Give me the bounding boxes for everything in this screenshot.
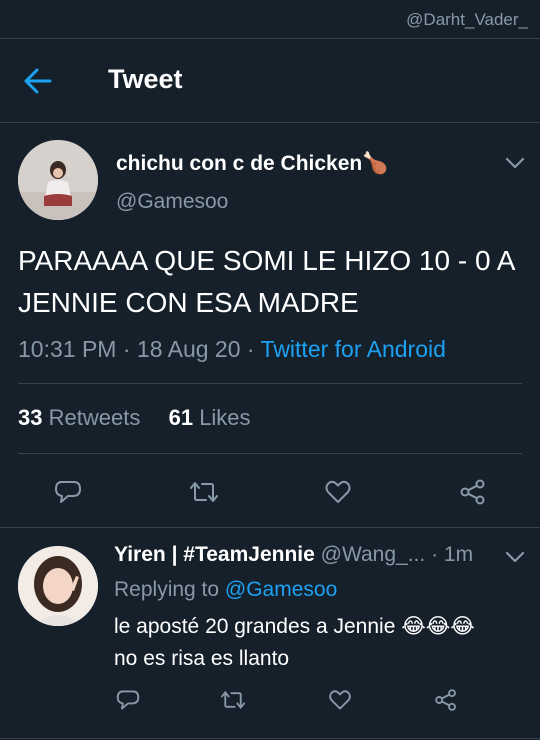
comment-icon [116,690,140,710]
tweet-time: 10:31 PM [18,336,117,362]
tweet-options[interactable] [504,156,526,170]
reply-text-line: le aposté 20 grandes a Jennie 😂😂😂 [114,615,475,638]
reply-header: Yiren | #TeamJennie @Wang_... · 1m [114,543,473,567]
chevron-down-icon [505,551,525,563]
user-handle[interactable]: @Gamesoo [116,190,228,214]
separator: · [246,336,261,362]
reply-display-name[interactable]: Yiren | #TeamJennie [114,543,315,566]
reply-comment-button[interactable] [116,688,140,717]
divider [0,38,540,39]
separator: · [122,336,137,362]
share-button[interactable] [459,478,487,511]
reply-like-button[interactable] [328,688,352,717]
retweets-link[interactable]: 33 Retweets [18,405,140,430]
divider [18,383,522,384]
retweets-count: 33 [18,405,43,430]
tweet-source[interactable]: Twitter for Android [261,336,446,362]
replying-to-label: Replying to [114,578,220,601]
page-title: Tweet [108,64,183,94]
reply-retweet-button[interactable] [220,688,246,717]
avatar-image [18,546,98,626]
reply-share-button[interactable] [434,688,458,717]
avatar[interactable] [18,140,98,220]
replying-to-handle[interactable]: @Gamesoo [225,578,337,601]
reply-avatar[interactable] [18,546,98,626]
tweet-text: PARAAAA QUE SOMI LE HIZO 10 - 0 A JENNIE… [18,245,514,318]
arrow-left-icon [24,68,52,94]
retweet-icon [220,691,246,709]
divider [0,738,540,739]
reply-handle[interactable]: @Wang_... [321,543,426,566]
divider [0,527,540,528]
share-icon [460,479,485,505]
share-icon [435,689,456,711]
divider [18,453,522,454]
heart-icon [325,480,351,503]
comment-icon [55,481,81,503]
reply-text-line: no es risa es llanto [114,647,290,670]
replying-to: Replying to @Gamesoo [114,578,337,602]
watermark: @Darht_Vader_ [406,10,528,29]
chevron-down-icon [505,157,525,169]
retweets-label: Retweets [48,405,141,430]
reply-text: le aposté 20 grandes a Jennie 😂😂😂 no es … [114,611,524,675]
retweet-button[interactable] [189,478,219,511]
reply-time: 1m [443,543,474,566]
likes-count: 61 [168,405,194,430]
likes-link[interactable]: 61 Likes [169,405,251,430]
divider [0,122,540,123]
retweet-icon [190,482,218,502]
tweet-date: 18 Aug 20 [136,336,241,362]
reply-button[interactable] [54,478,82,511]
likes-label: Likes [199,405,251,430]
reply-options[interactable] [504,550,526,564]
avatar-image [18,140,98,220]
heart-icon [329,690,351,710]
display-name[interactable]: chichu con c de Chicken🍗 [116,152,388,176]
like-button[interactable] [324,478,352,511]
header-bar: Tweet [0,40,540,122]
separator: · [431,543,444,566]
tweet-meta: 10:31 PM · 18 Aug 20 · Twitter for Andro… [18,336,446,363]
back-button[interactable] [22,66,62,96]
engagement-counts: 33 Retweets 61 Likes [18,405,251,431]
